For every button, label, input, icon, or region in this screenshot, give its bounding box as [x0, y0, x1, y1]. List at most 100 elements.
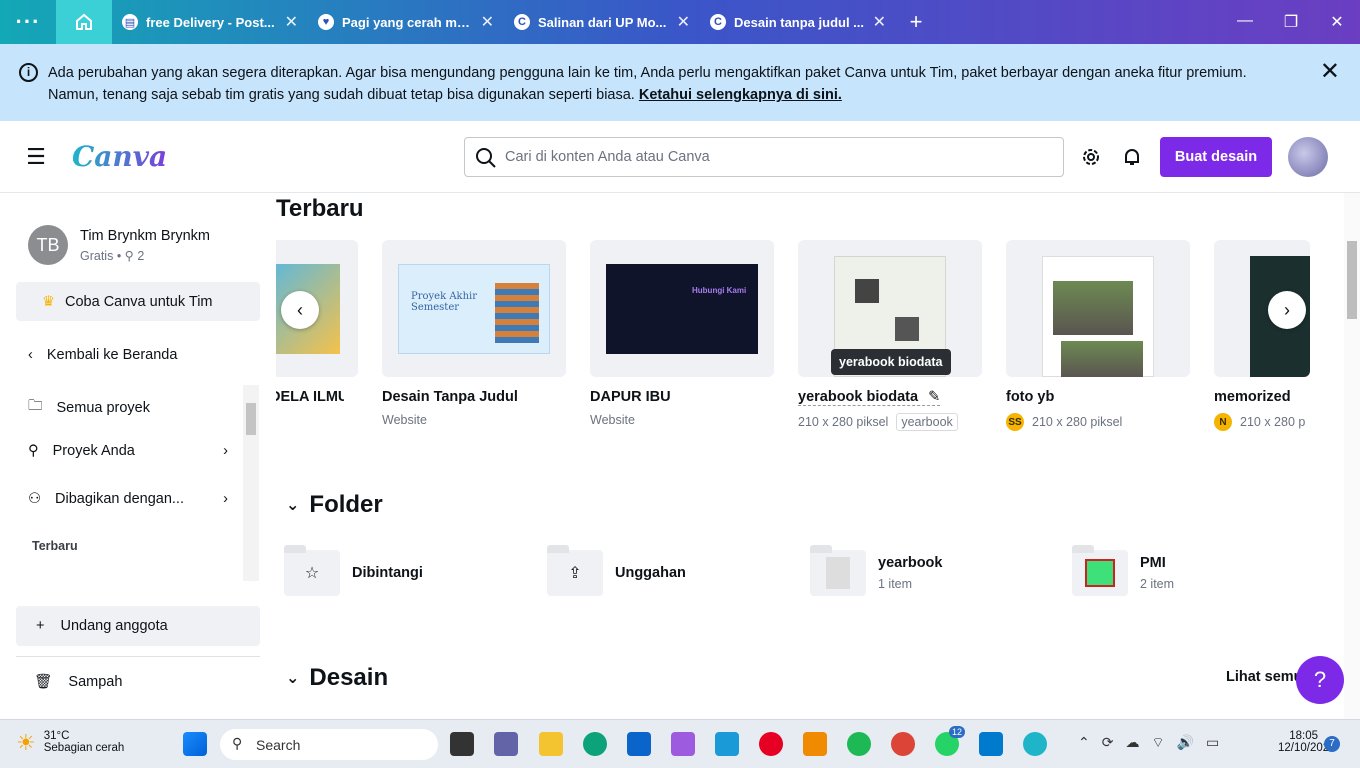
design-card[interactable]: Proyek Akhir Semester: [382, 240, 566, 377]
design-title[interactable]: foto yb: [1006, 389, 1054, 405]
sidebar-item-your-projects[interactable]: ⚲ Proyek Anda ›: [28, 443, 228, 459]
home-tab[interactable]: [56, 0, 112, 44]
canva-logo[interactable]: Canva: [72, 140, 167, 173]
carousel-prev-button[interactable]: ‹: [281, 291, 319, 329]
weather-widget[interactable]: ☀ 31°C Sebagian cerah: [16, 730, 124, 756]
canva-icon[interactable]: [1023, 732, 1047, 756]
tab-title: Desain tanpa judul ...: [734, 14, 865, 30]
canva-icon: C: [514, 14, 530, 30]
create-design-button[interactable]: Buat desain: [1160, 137, 1272, 177]
help-button[interactable]: ?: [1296, 656, 1344, 704]
edge-icon[interactable]: [583, 732, 607, 756]
users-icon: ⚇: [28, 491, 41, 507]
close-icon[interactable]: ✕: [1320, 60, 1340, 84]
cloud-upload-icon: ⇪: [547, 545, 603, 596]
pinterest-icon[interactable]: [759, 732, 783, 756]
spotify-icon[interactable]: [847, 732, 871, 756]
search-input[interactable]: Cari di konten Anda atau Canva: [464, 137, 1064, 177]
design-title[interactable]: DELA ILMU: [276, 389, 344, 405]
folder-item[interactable]: PMI 2 item: [1072, 545, 1174, 596]
learn-more-link[interactable]: Ketahui selengkapnya di sini.: [639, 87, 842, 103]
close-tab-icon[interactable]: ✕: [677, 12, 690, 32]
file-explorer-icon[interactable]: [539, 732, 563, 756]
search-icon: ⚲: [232, 735, 243, 751]
notification-count[interactable]: 7: [1324, 736, 1340, 752]
design-thumbnail: Proyek Akhir Semester: [398, 264, 550, 354]
sun-cloud-icon: ☀: [16, 730, 36, 755]
team-switcher[interactable]: TB Tim Brynkm Brynkm Gratis • ⚲ 2: [28, 225, 210, 265]
chevron-down-icon: ⌄: [286, 497, 300, 514]
design-heading[interactable]: ⌄ Desain: [286, 664, 388, 692]
app-icon[interactable]: [715, 732, 739, 756]
browser-tab-bar: ··· ▤ free Delivery - Post... ✕ ♥ Pagi y…: [0, 0, 1360, 44]
chrome-icon[interactable]: [891, 732, 915, 756]
main-scrollbar[interactable]: [1344, 193, 1360, 719]
team-name: Tim Brynkm Brynkm: [80, 227, 210, 244]
folder-item[interactable]: yearbook 1 item: [810, 545, 942, 596]
recent-section-heading: Terbaru: [32, 539, 78, 553]
carousel-next-button[interactable]: ›: [1268, 291, 1306, 329]
folder-thumbnail: [810, 545, 866, 596]
more-icon[interactable]: ···: [0, 0, 56, 44]
gear-icon[interactable]: [1080, 146, 1102, 168]
design-title[interactable]: memorized: [1214, 389, 1291, 405]
home-icon: [76, 13, 92, 30]
design-thumbnail: [1042, 256, 1154, 377]
design-title[interactable]: DAPUR IBU: [590, 389, 671, 405]
person-icon: ⚲: [124, 248, 134, 263]
close-tab-icon[interactable]: ✕: [873, 12, 886, 32]
windows-start-icon[interactable]: [183, 732, 207, 756]
main-content: Terbaru Proyek Akhir Semester Hubungi Ka…: [276, 193, 1344, 719]
design-subtitle: N 210 x 280 p: [1214, 413, 1310, 431]
chevron-down-icon: ⌄: [286, 670, 300, 687]
menu-icon[interactable]: ☰: [0, 144, 72, 170]
tray-icons[interactable]: ⌃⟳☁⌔🔊▭: [1078, 734, 1231, 752]
design-title[interactable]: Desain Tanpa Judul: [382, 389, 518, 405]
avatar[interactable]: [1288, 137, 1328, 177]
new-tab-button[interactable]: +: [896, 9, 936, 35]
trash-link[interactable]: 🗑 Sampah: [34, 673, 122, 691]
tab-4[interactable]: C Desain tanpa judul ... ✕: [700, 0, 896, 44]
plus-icon: +: [36, 618, 45, 634]
design-card[interactable]: Hubungi Kami: [590, 240, 774, 377]
sidebar-scrollbar[interactable]: [243, 385, 259, 581]
design-title[interactable]: yerabook biodata ✎: [798, 389, 941, 406]
sidebar-item-all-projects[interactable]: 🗀 Semua proyek: [28, 395, 228, 420]
teams-icon[interactable]: [494, 732, 518, 756]
divider: [16, 656, 260, 657]
folder-item[interactable]: ☆ Dibintangi: [284, 545, 423, 596]
tab-2[interactable]: ♥ Pagi yang cerah me... ✕: [308, 0, 504, 44]
folder-item[interactable]: ⇪ Unggahan: [547, 545, 686, 596]
design-card[interactable]: [1006, 240, 1190, 377]
close-tab-icon[interactable]: ✕: [285, 12, 298, 32]
search-placeholder: Cari di konten Anda atau Canva: [505, 149, 710, 165]
close-tab-icon[interactable]: ✕: [481, 12, 494, 32]
folder-icon: 🗀: [28, 398, 43, 414]
minimize-button[interactable]: —: [1222, 12, 1268, 32]
invite-members-button[interactable]: + Undang anggota: [16, 606, 260, 646]
copilot-icon[interactable]: [671, 732, 695, 756]
vscode-icon[interactable]: [979, 732, 1003, 756]
info-icon: i: [19, 63, 38, 82]
clock[interactable]: 18:05 12/10/2023: [1278, 730, 1336, 754]
folder-thumbnail: [1072, 545, 1128, 596]
printer-icon: ▤: [122, 14, 138, 30]
close-window-button[interactable]: ✕: [1314, 12, 1360, 32]
task-view-icon[interactable]: [450, 732, 474, 756]
star-icon: ☆: [284, 545, 340, 596]
chevron-right-icon: ›: [223, 491, 228, 507]
folder-heading[interactable]: ⌄ Folder: [286, 491, 383, 519]
owner-badge: SS: [1006, 413, 1024, 431]
maximize-button[interactable]: ❐: [1268, 12, 1314, 32]
tab-1[interactable]: ▤ free Delivery - Post... ✕: [112, 0, 308, 44]
sidebar-item-shared[interactable]: ⚇ Dibagikan dengan... ›: [28, 491, 228, 507]
whatsapp-icon[interactable]: 12: [935, 726, 966, 756]
back-home-link[interactable]: ‹ Kembali ke Beranda: [28, 347, 228, 363]
tab-3[interactable]: C Salinan dari UP Mo... ✕: [504, 0, 700, 44]
design-subtitle: SS 210 x 280 piksel: [1006, 413, 1122, 431]
try-canva-teams-button[interactable]: ♛ Coba Canva untuk Tim: [16, 282, 260, 321]
bell-icon[interactable]: [1121, 146, 1143, 168]
taskbar-search[interactable]: ⚲ Search: [220, 729, 438, 760]
sublime-icon[interactable]: [803, 732, 827, 756]
mail-icon[interactable]: [627, 732, 651, 756]
